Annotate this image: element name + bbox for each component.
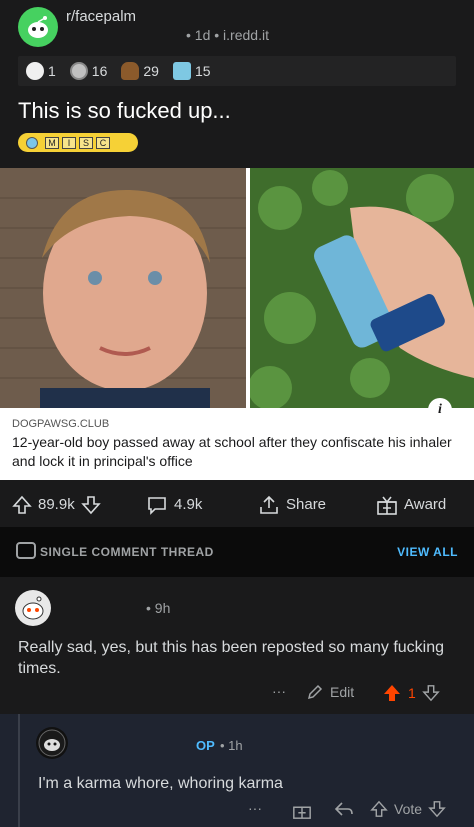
comment-vote-group: 1	[382, 683, 440, 703]
comment-meta: • 9h	[146, 600, 171, 616]
award-count: 15	[194, 63, 211, 79]
share-label: Share	[286, 496, 327, 513]
comment-score: 1	[408, 685, 416, 701]
upvote-icon[interactable]	[370, 800, 388, 818]
award-confused[interactable]: 15	[172, 62, 211, 80]
boy-photo	[0, 168, 246, 408]
silver-award-icon	[69, 62, 88, 80]
op-badge: OP	[196, 738, 215, 753]
more-options-button[interactable]: ···	[272, 683, 286, 699]
vote-group: 89.9k	[12, 495, 101, 515]
thread-label: SINGLE COMMENT THREAD	[40, 545, 214, 559]
downvote-icon[interactable]	[428, 800, 446, 818]
flair-letter: S	[79, 136, 93, 149]
post-action-bar: 89.9k 4.9k Share Award	[0, 482, 474, 527]
globe-icon	[26, 136, 38, 149]
post-flair[interactable]: M I S C	[18, 133, 138, 152]
comment-meta: • 1h	[220, 738, 243, 753]
upvote-icon[interactable]	[382, 683, 402, 703]
award-count: 1	[48, 63, 56, 79]
downvote-icon[interactable]	[80, 495, 101, 515]
subreddit-avatar[interactable]	[18, 7, 58, 47]
reply-icon	[334, 802, 353, 816]
edit-button[interactable]: Edit	[306, 683, 354, 701]
poop-award-icon	[121, 62, 140, 80]
avatar[interactable]	[15, 590, 51, 626]
subreddit-name[interactable]: r/facepalm	[66, 8, 136, 25]
flair-letter: M	[45, 136, 59, 149]
view-all-button[interactable]: VIEW ALL	[397, 545, 458, 559]
post-title[interactable]: This is so fucked up...	[18, 98, 231, 124]
reply-button[interactable]	[334, 800, 354, 818]
award-button[interactable]: Award	[376, 494, 446, 516]
comment-text: Really sad, yes, but this has been repos…	[18, 639, 445, 677]
edit-label: Edit	[330, 684, 355, 700]
award-comment-button[interactable]	[292, 800, 312, 820]
gift-icon	[293, 806, 311, 819]
avatar-snoo-icon	[38, 729, 66, 757]
award-count: 29	[143, 63, 159, 79]
link-domain: DOGPAWSG.CLUB	[12, 418, 110, 430]
inhaler-photo	[250, 168, 474, 408]
upvote-icon[interactable]	[12, 495, 32, 515]
award-poop[interactable]: 29	[121, 62, 159, 80]
link-title: 12-year-old boy passed away at school af…	[12, 434, 452, 469]
link-preview-card[interactable]: i DOGPAWSG.CLUB 12-year-old boy passed a…	[0, 168, 474, 480]
more-icon: ···	[272, 683, 286, 699]
vote-label: Vote	[394, 801, 423, 817]
flair-letter: C	[96, 136, 110, 149]
flair-letter: I	[62, 136, 76, 149]
comment-icon	[148, 496, 166, 515]
share-button[interactable]: Share	[258, 494, 326, 516]
info-icon[interactable]: i	[428, 398, 452, 422]
avatar[interactable]	[36, 727, 68, 759]
more-icon: ···	[248, 800, 262, 816]
share-icon	[260, 495, 278, 514]
post-meta: • 1d • i.redd.it	[186, 27, 269, 43]
downvote-icon[interactable]	[421, 684, 440, 702]
gift-icon	[377, 496, 397, 515]
pencil-icon	[307, 684, 323, 700]
more-options-button[interactable]: ···	[248, 800, 262, 816]
award-wholesome[interactable]: 1	[26, 62, 56, 80]
comments-button[interactable]: 4.9k	[146, 495, 202, 515]
award-count: 16	[91, 63, 108, 79]
upvote-count: 89.9k	[38, 496, 75, 513]
comment-count: 4.9k	[174, 496, 203, 513]
awards-bar[interactable]: 1 16 29 15	[18, 56, 456, 86]
confused-award-icon	[172, 62, 191, 80]
award-label: Award	[404, 496, 447, 513]
thread-comment-icon	[16, 542, 36, 559]
snoo-icon	[22, 596, 44, 620]
snoo-icon	[28, 16, 48, 38]
vote-group: Vote	[370, 800, 446, 818]
thread-line[interactable]	[18, 714, 20, 827]
wholesome-award-icon	[26, 62, 44, 80]
award-silver[interactable]: 16	[69, 62, 108, 80]
comment-text: I'm a karma whore, whoring karma	[38, 775, 283, 792]
